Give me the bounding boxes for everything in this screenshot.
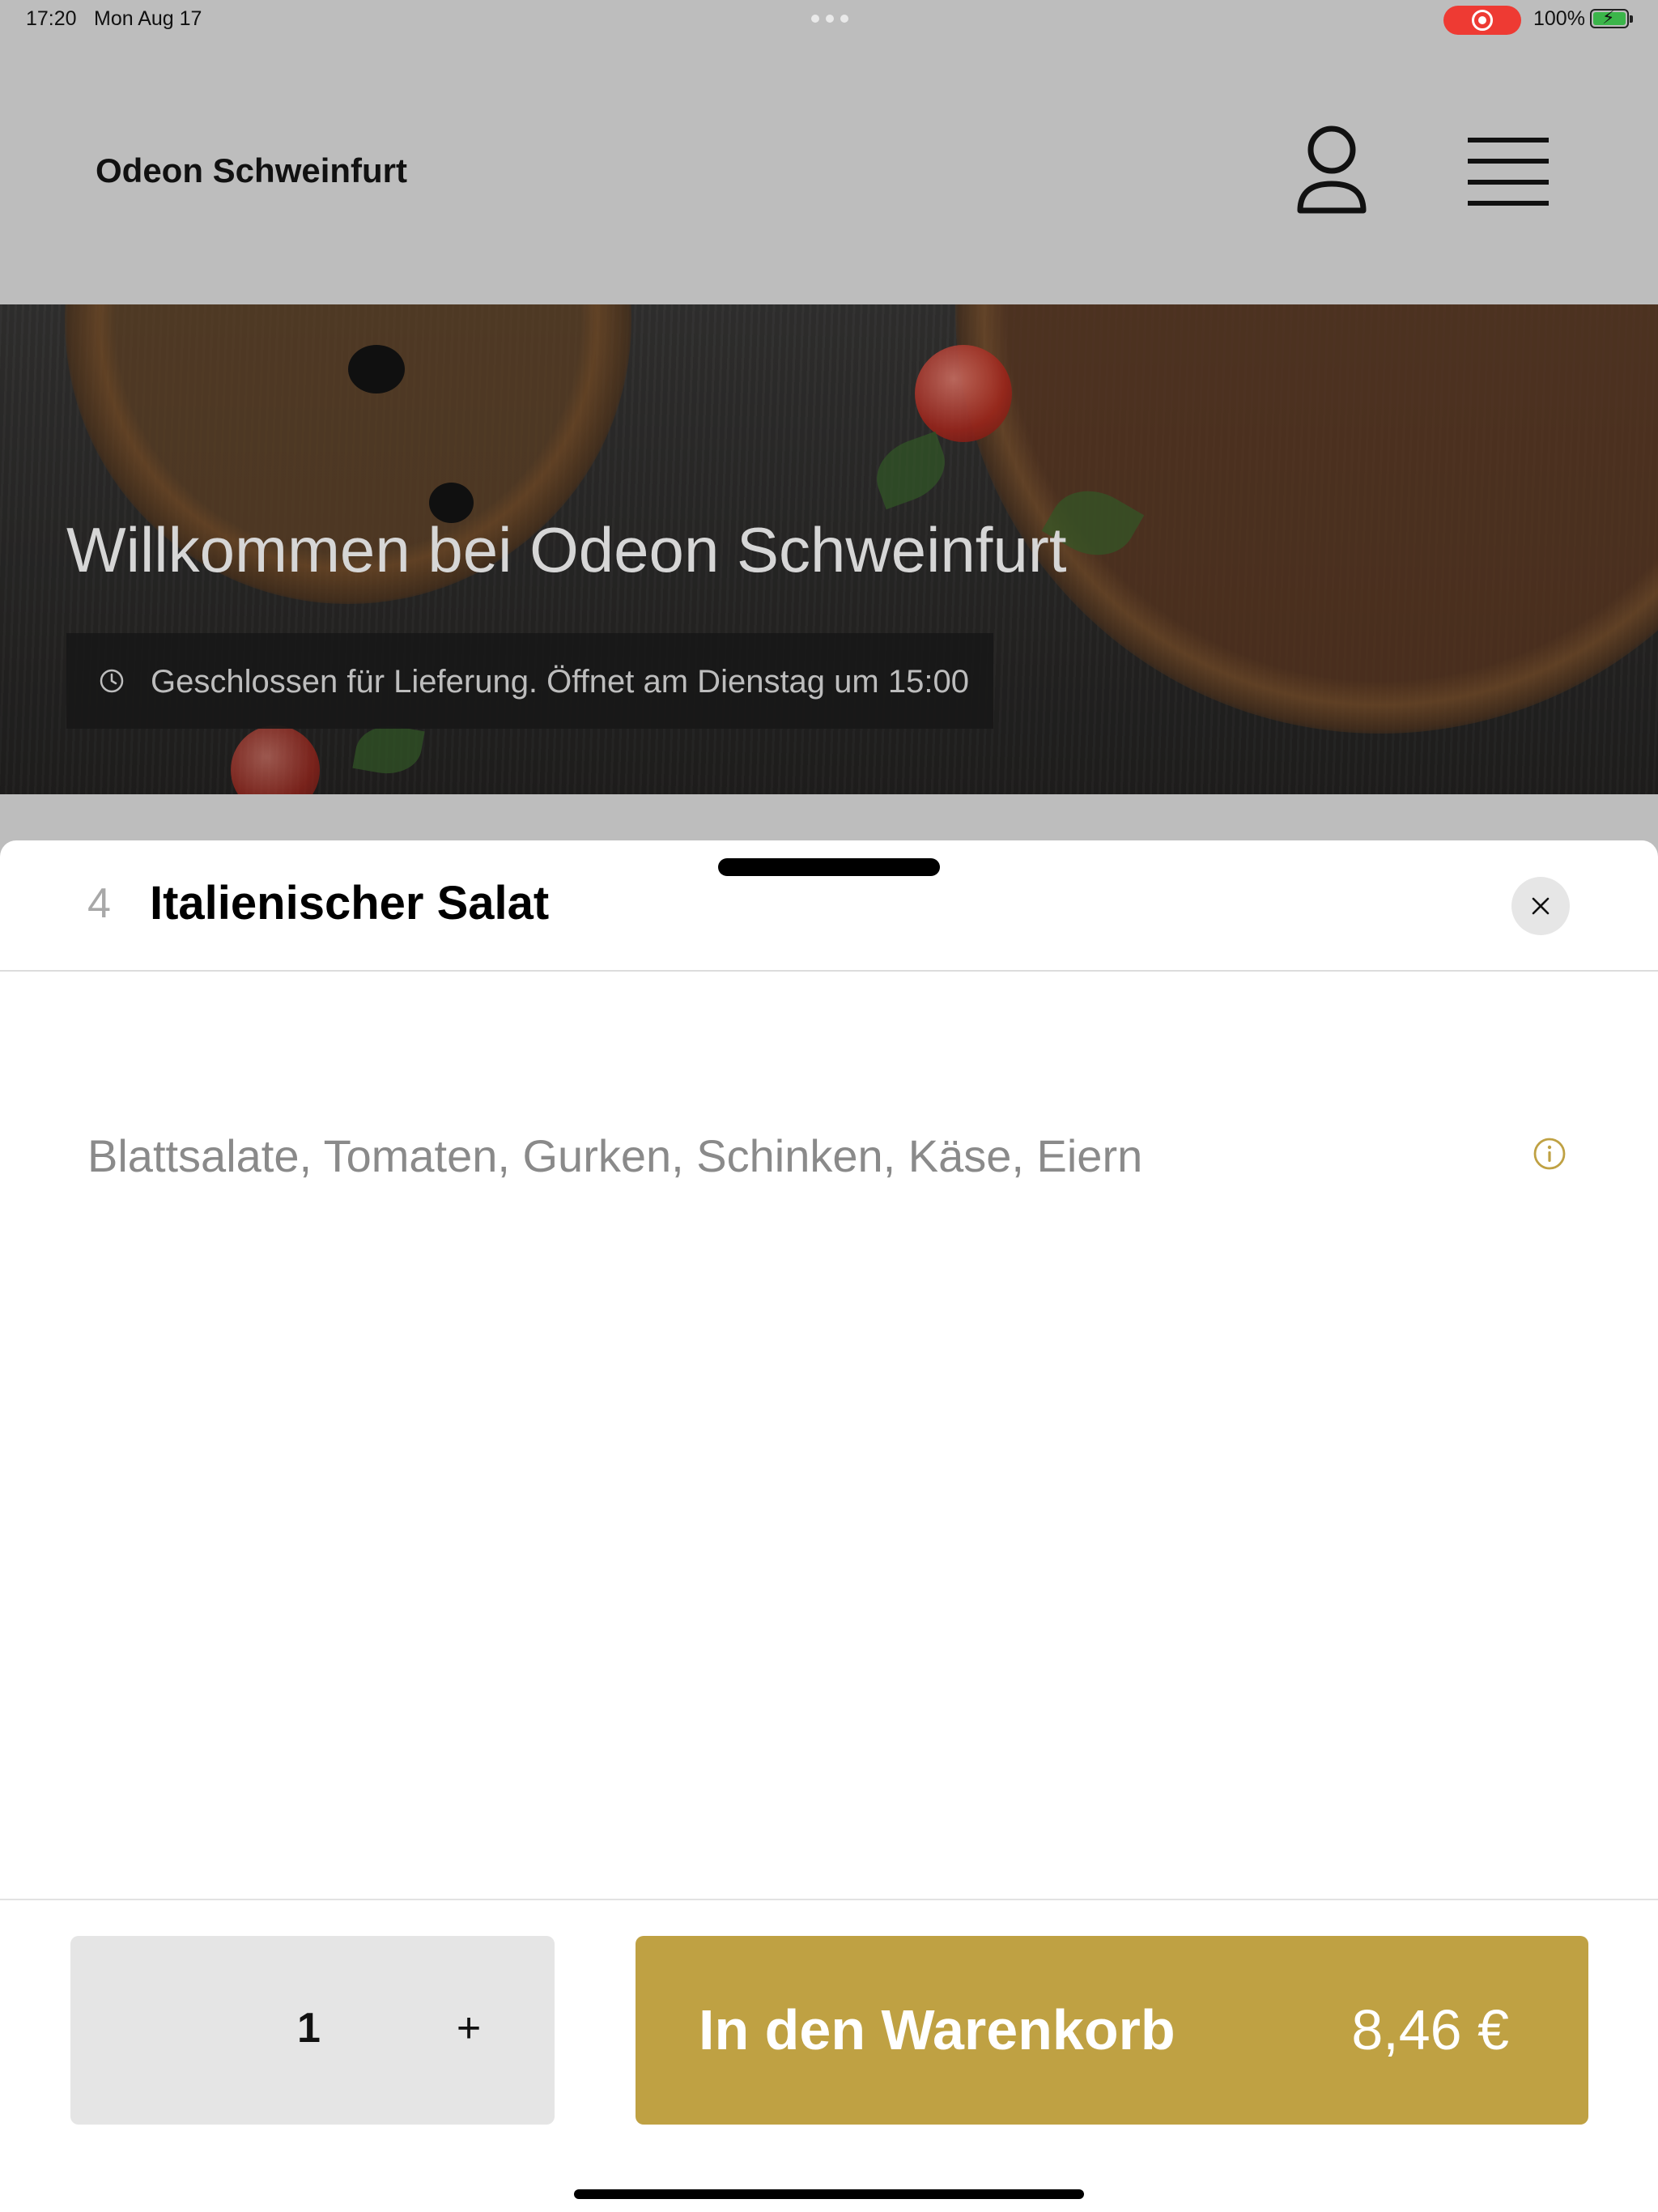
battery-charging-icon: ⚡ bbox=[1590, 7, 1633, 28]
item-detail-sheet: 4 Italienischer Salat Blattsalate, Tomat… bbox=[0, 840, 1658, 2212]
screen-recording-icon[interactable] bbox=[1443, 6, 1521, 35]
opening-hours-notice: Geschlossen für Lieferung. Öffnet am Die… bbox=[66, 633, 993, 729]
multitasking-dots-icon[interactable] bbox=[811, 15, 848, 23]
app-header: Odeon Schweinfurt bbox=[0, 40, 1658, 304]
restaurant-name[interactable]: Odeon Schweinfurt bbox=[96, 151, 407, 190]
increase-quantity-button[interactable]: + bbox=[444, 2004, 493, 2052]
quantity-stepper: 1 + bbox=[70, 1936, 555, 2125]
battery-percentage: 100% bbox=[1533, 7, 1585, 30]
info-icon[interactable] bbox=[1533, 1137, 1567, 1171]
closed-notice-text: Geschlossen für Lieferung. Öffnet am Die… bbox=[151, 664, 969, 700]
quantity-value: 1 bbox=[297, 2005, 321, 2052]
hero-banner: Willkommen bei Odeon Schweinfurt Geschlo… bbox=[0, 304, 1658, 794]
status-date: Mon Aug 17 bbox=[94, 7, 202, 30]
status-bar: 17:20 Mon Aug 17 100% ⚡ bbox=[0, 0, 1658, 40]
sheet-grabber-handle[interactable] bbox=[718, 858, 940, 876]
hamburger-menu-icon[interactable] bbox=[1468, 136, 1549, 209]
item-description: Blattsalate, Tomaten, Gurken, Schinken, … bbox=[87, 1130, 1143, 1181]
clock-icon bbox=[100, 669, 124, 693]
welcome-title: Willkommen bei Odeon Schweinfurt bbox=[66, 514, 1067, 585]
footer-divider bbox=[0, 1899, 1658, 1900]
item-title: Italienischer Salat bbox=[150, 877, 550, 929]
status-time: 17:20 bbox=[26, 7, 77, 30]
add-to-cart-button[interactable]: In den Warenkorb 8,46 € bbox=[636, 1936, 1588, 2125]
item-price: 8,46 € bbox=[1351, 1998, 1509, 2061]
user-account-icon[interactable] bbox=[1295, 125, 1368, 219]
home-indicator[interactable] bbox=[574, 2189, 1084, 2199]
item-number: 4 bbox=[87, 880, 111, 927]
content-background bbox=[0, 794, 1658, 843]
close-icon bbox=[1532, 897, 1550, 915]
close-button[interactable] bbox=[1511, 877, 1570, 935]
add-to-cart-label: In den Warenkorb bbox=[699, 1998, 1175, 2061]
